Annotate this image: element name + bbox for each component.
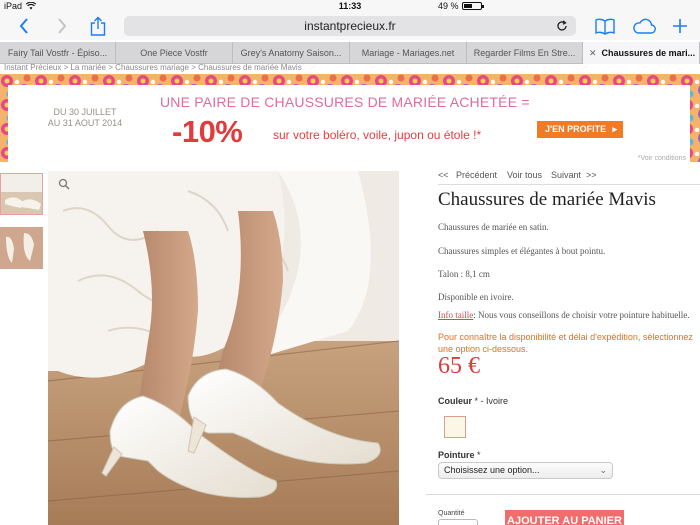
quantity-input[interactable] (438, 519, 478, 525)
zoom-icon[interactable] (58, 178, 70, 190)
banner-cta-button[interactable]: J'EN PROFITE ▸ (537, 121, 623, 138)
banner-date: DU 30 JUILLET AU 31 AOUT 2014 (40, 107, 130, 129)
forward-button[interactable] (52, 15, 72, 37)
next-arrows: >> (586, 170, 597, 180)
color-label: Couleur * - Ivoire (438, 396, 508, 406)
icloud-tabs-button[interactable] (631, 15, 657, 37)
back-button[interactable] (14, 15, 34, 37)
tab-bar: Fairy Tail Vostfr - Épiso... One Piece V… (0, 42, 700, 64)
bookmarks-button[interactable] (594, 15, 616, 37)
tab-label: Grey's Anatomy Saison... (240, 48, 342, 58)
battery-icon (461, 2, 484, 10)
product-description: Chaussures simples et élégantes à bout p… (438, 246, 606, 256)
product-description: Chaussures de mariée en satin. (438, 222, 549, 232)
reload-button[interactable] (556, 16, 568, 38)
close-tab-icon[interactable]: ✕ (589, 48, 597, 58)
arrow-right-icon: ▸ (612, 124, 617, 134)
chevron-down-icon: ⌄ (599, 465, 607, 475)
browser-toolbar: instantprecieux.fr (0, 13, 700, 40)
size-info-link[interactable]: Info taille (438, 310, 473, 320)
banner-headline: UNE PAIRE DE CHAUSSURES DE MARIÉE ACHETÉ… (160, 94, 530, 110)
tab-mariages-net[interactable]: Mariage - Mariages.net (350, 42, 467, 64)
prev-arrows: << (438, 170, 449, 180)
tab-films-streaming[interactable]: Regarder Films En Stre... (467, 42, 583, 64)
thumbnail-image (0, 227, 43, 269)
divider (438, 184, 700, 185)
product-photo (48, 171, 399, 525)
product-price: 65 € (438, 353, 480, 379)
size-select[interactable]: Choisissez une option... ⌄ (438, 462, 613, 479)
banner-subline: sur votre boléro, voile, jupon ou étole … (273, 128, 482, 142)
web-page: Instant Précieux > La mariée > Chaussure… (0, 63, 700, 525)
share-icon (90, 16, 106, 36)
new-tab-button[interactable] (670, 15, 690, 37)
share-button[interactable] (88, 15, 108, 37)
tab-label: Fairy Tail Vostfr - Épiso... (7, 48, 108, 58)
plus-icon (673, 19, 687, 33)
banner-discount: -10% (172, 114, 243, 149)
reload-icon (557, 20, 567, 31)
promo-banner[interactable]: DU 30 JUILLET AU 31 AOUT 2014 UNE PAIRE … (0, 74, 700, 162)
color-label-text: Couleur (438, 396, 473, 406)
banner-date-line: AU 31 AOUT 2014 (47, 118, 123, 128)
tab-label: Mariage - Mariages.net (361, 48, 455, 58)
product-title: Chaussures de mariée Mavis (438, 189, 656, 210)
color-swatch-ivory[interactable] (444, 416, 466, 438)
banner-cta-label: J'EN PROFITE (545, 124, 607, 134)
tab-chaussures[interactable]: ✕ Chaussures de mari... (583, 42, 700, 64)
product-main-image[interactable] (48, 171, 399, 525)
chevron-right-icon (58, 18, 67, 34)
url-text: instantprecieux.fr (304, 19, 396, 33)
availability: Disponible en ivoire. (438, 292, 514, 302)
tab-label: Chaussures de mari... (601, 48, 696, 58)
thumbnail-image (1, 174, 42, 214)
tab-greys-anatomy[interactable]: Grey's Anatomy Saison... (233, 42, 350, 64)
size-select-value: Choisissez une option... (444, 465, 540, 475)
size-info: Info taille: Nous vous conseillons de ch… (438, 310, 689, 320)
chevron-left-icon (19, 18, 28, 34)
product-thumbnail-2[interactable] (0, 227, 43, 269)
size-info-text: : Nous vous conseillons de choisir votre… (473, 310, 690, 320)
heel-height: Talon : 8,1 cm (438, 269, 490, 279)
banner-date-line: DU 30 JUILLET (53, 107, 117, 117)
prev-link[interactable]: Précédent (456, 170, 497, 180)
quantity-label: Quantité (438, 510, 465, 517)
battery-percent: 49 % (438, 1, 459, 11)
view-all-link[interactable]: Voir tous (507, 170, 542, 180)
breadcrumb[interactable]: Instant Précieux > La mariée > Chaussure… (4, 63, 302, 72)
divider (426, 494, 700, 495)
tab-label: One Piece Vostfr (140, 48, 208, 58)
book-icon (595, 18, 615, 35)
add-to-cart-button[interactable]: AJOUTER AU PANIER (505, 510, 624, 525)
next-link[interactable]: Suivant (551, 170, 581, 180)
address-bar[interactable]: instantprecieux.fr (124, 16, 576, 36)
availability-notice: Pour connaître la disponibilité et délai… (438, 332, 693, 354)
size-label-text: Pointure (438, 450, 475, 460)
size-required-mark: * (477, 450, 481, 460)
product-thumbnail-1[interactable] (0, 173, 43, 215)
status-bar: iPad 11:33 49 % (0, 0, 700, 13)
tab-label: Regarder Films En Stre... (473, 48, 576, 58)
banner-conditions-link[interactable]: *Voir conditions (638, 155, 686, 162)
tab-fairy-tail[interactable]: Fairy Tail Vostfr - Épiso... (0, 42, 116, 64)
cloud-icon (633, 18, 656, 34)
size-label: Pointure * (438, 450, 481, 460)
color-value: * - Ivoire (474, 396, 509, 406)
tab-one-piece[interactable]: One Piece Vostfr (116, 42, 233, 64)
